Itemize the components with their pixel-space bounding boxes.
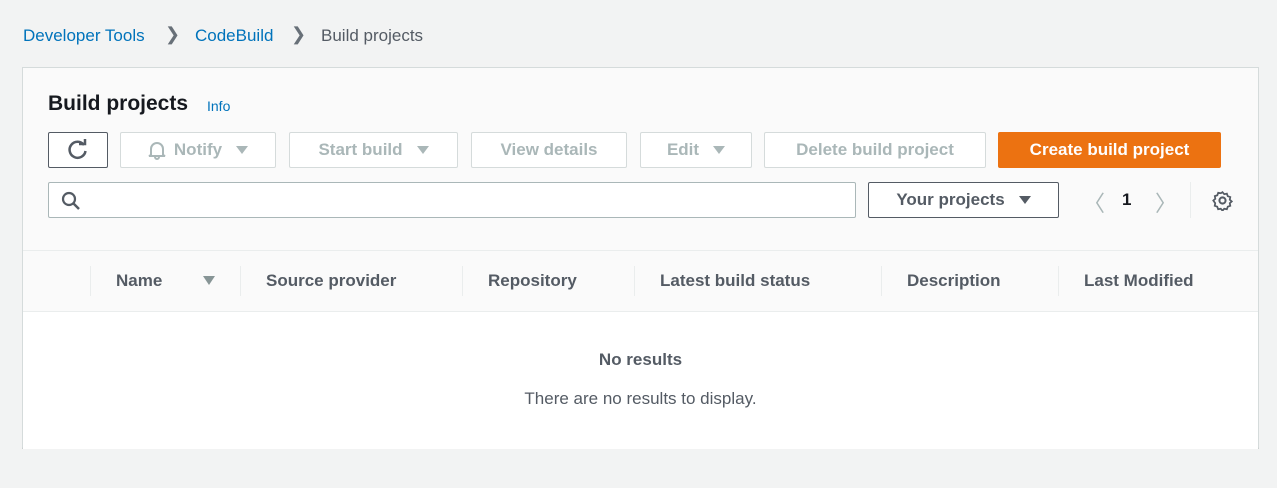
search-icon (61, 191, 80, 210)
table-body (23, 311, 1258, 449)
column-header-last-modified[interactable]: Last Modified (1084, 271, 1194, 291)
column-divider (634, 266, 635, 296)
sort-caret-icon[interactable] (203, 276, 215, 285)
column-header-latest-build-status[interactable]: Latest build status (660, 271, 810, 291)
divider (23, 250, 1258, 251)
view-details-label: View details (500, 140, 598, 159)
column-header-source-provider[interactable]: Source provider (266, 271, 396, 291)
project-scope-select[interactable]: Your projects (868, 182, 1059, 218)
edit-button[interactable]: Edit (640, 132, 752, 168)
column-header-description[interactable]: Description (907, 271, 1001, 291)
column-header-repository[interactable]: Repository (488, 271, 577, 291)
delete-label: Delete build project (796, 140, 954, 159)
divider (1190, 182, 1191, 218)
column-divider (881, 266, 882, 296)
caret-down-icon (416, 146, 429, 154)
caret-down-icon (1018, 196, 1031, 204)
delete-build-project-button[interactable]: Delete build project (764, 132, 986, 168)
refresh-button[interactable] (48, 132, 108, 168)
column-divider (462, 266, 463, 296)
breadcrumb-current: Build projects (321, 26, 424, 45)
current-page[interactable]: 1 (1122, 190, 1131, 210)
previous-page-button[interactable]: 〈 (1083, 186, 1105, 218)
start-build-label: Start build (318, 140, 403, 159)
breadcrumb-codebuild[interactable]: CodeBuild (195, 26, 273, 46)
notify-label: Notify (173, 140, 223, 159)
gear-icon[interactable] (1212, 190, 1233, 211)
chevron-right-icon: ❯ (291, 24, 307, 44)
column-divider (240, 266, 241, 296)
column-header-name[interactable]: Name (116, 271, 162, 291)
caret-down-icon (236, 146, 249, 154)
empty-state-title: No results (598, 350, 683, 369)
chevron-right-icon: ❯ (165, 24, 181, 44)
column-divider (90, 266, 91, 296)
info-link[interactable]: Info (207, 98, 230, 114)
empty-state-message: There are no results to display. (524, 389, 757, 408)
project-scope-label: Your projects (896, 190, 1005, 209)
breadcrumb-developer-tools[interactable]: Developer Tools (23, 26, 145, 46)
column-divider (1058, 266, 1059, 296)
caret-down-icon (713, 146, 726, 154)
search-field[interactable] (48, 182, 856, 219)
refresh-icon (68, 139, 87, 160)
page-title: Build projects (48, 92, 189, 115)
view-details-button[interactable]: View details (471, 132, 627, 168)
create-label: Create build project (1029, 140, 1190, 159)
create-build-project-button[interactable]: Create build project (998, 132, 1221, 168)
search-input[interactable] (89, 183, 853, 219)
next-page-button[interactable]: 〉 (1155, 186, 1177, 218)
notify-button[interactable]: Notify (120, 132, 276, 168)
start-build-button[interactable]: Start build (289, 132, 458, 168)
bell-icon (148, 142, 166, 160)
edit-label: Edit (666, 140, 700, 159)
